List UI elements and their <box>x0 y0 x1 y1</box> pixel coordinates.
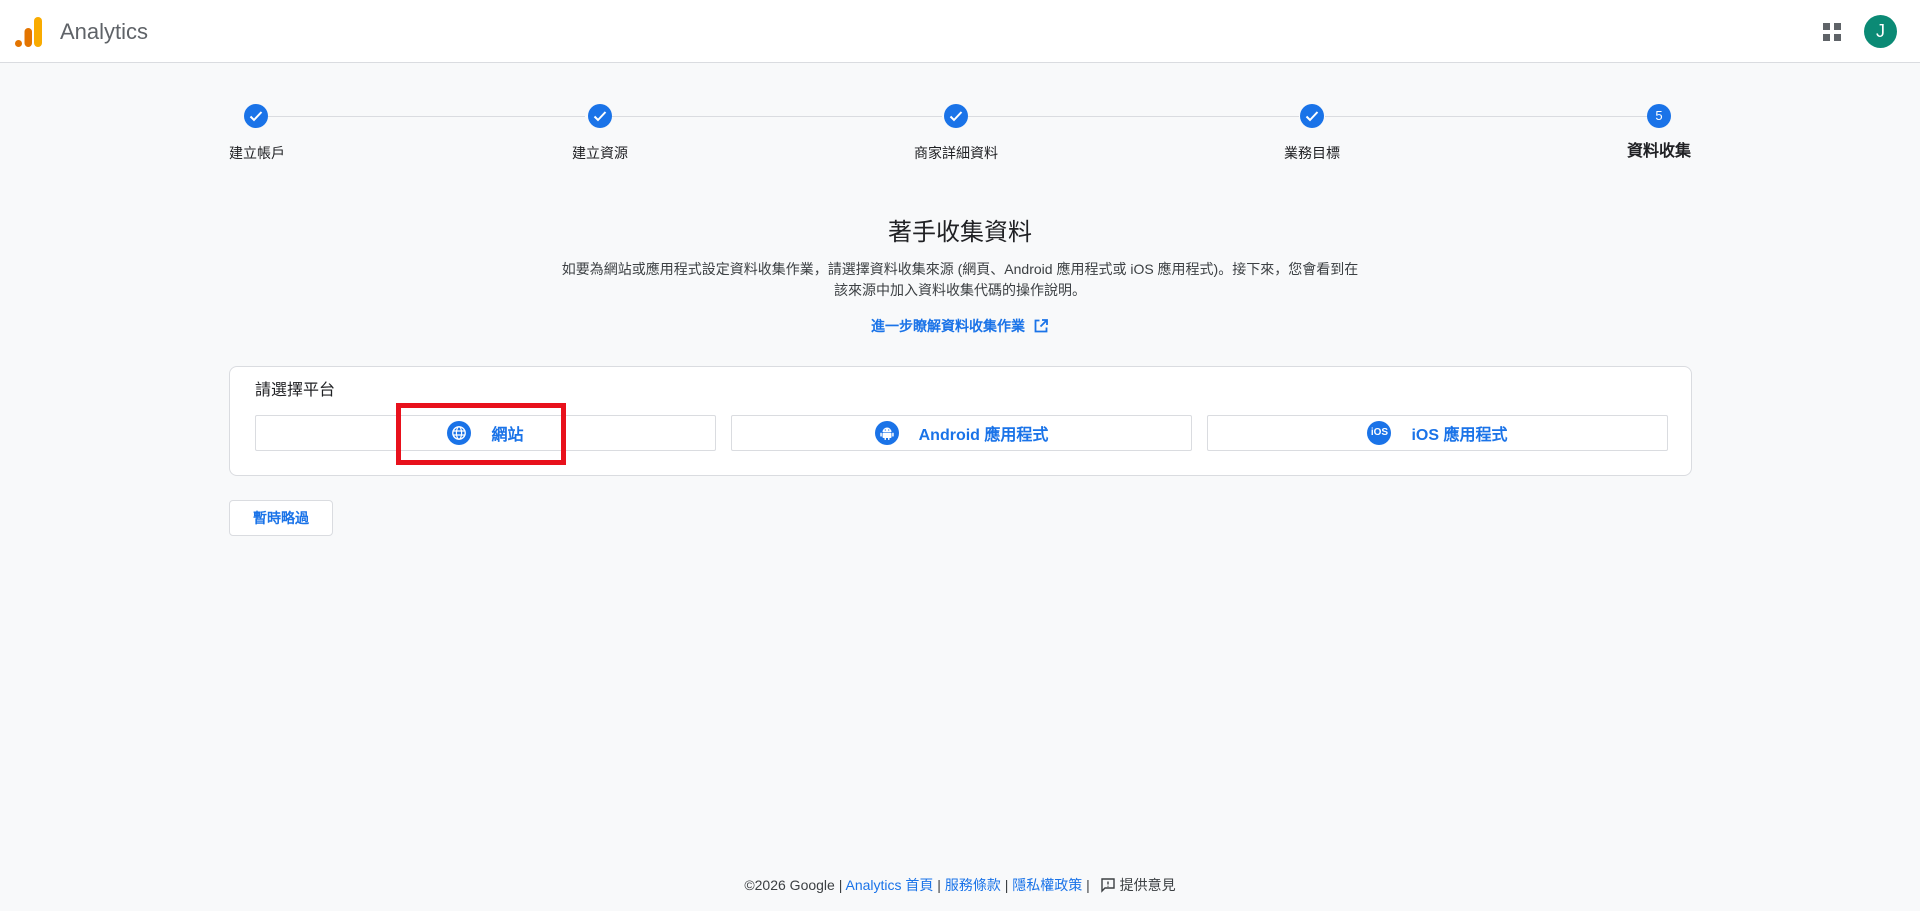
learn-more-label: 進一步瞭解資料收集作業 <box>871 318 1025 334</box>
ios-platform-button[interactable]: iOS iOS 應用程式 <box>1207 415 1668 451</box>
step-connector <box>268 116 585 117</box>
step-label-business-objectives: 業務目標 <box>1284 145 1340 161</box>
ios-platform-label: iOS 應用程式 <box>1411 427 1508 444</box>
ios-icon: iOS <box>1367 421 1392 445</box>
page-footer: ©2026 Google | Analytics 首頁 | 服務條款 | 隱私權… <box>0 875 1920 895</box>
platform-selection-card: 請選擇平台 網站 Android 應用程式 iOS iOS 應用程式 <box>229 366 1692 476</box>
learn-more-link[interactable]: 進一步瞭解資料收集作業 <box>0 316 1920 336</box>
footer-link-privacy[interactable]: 隱私權政策 <box>1012 877 1082 893</box>
android-icon <box>874 421 899 445</box>
step-label-create-account: 建立帳戶 <box>229 145 285 161</box>
footer-separator: | <box>1004 877 1009 893</box>
setup-stepper: 5 建立帳戶 建立資源 商家詳細資料 業務目標 資料收集 <box>0 0 1920 170</box>
feedback-icon <box>1100 878 1115 893</box>
step-2-check-icon <box>588 104 612 128</box>
page-description: 如要為網站或應用程式設定資料收集作業，請選擇資料收集來源 (網頁、Android… <box>561 261 1359 298</box>
open-in-new-icon <box>1034 319 1048 333</box>
footer-separator: | <box>937 877 941 893</box>
step-label-create-property: 建立資源 <box>572 145 628 161</box>
step-1-check-icon <box>244 104 268 128</box>
skip-for-now-button[interactable]: 暫時略過 <box>229 500 333 536</box>
step-connector <box>612 116 942 117</box>
footer-feedback-label: 提供意見 <box>1119 877 1176 893</box>
footer-link-terms[interactable]: 服務條款 <box>945 877 1001 893</box>
footer-feedback-button[interactable]: 提供意見 <box>1094 877 1176 893</box>
footer-copyright: ©2026 Google <box>744 877 835 893</box>
globe-icon <box>447 421 472 445</box>
step-label-business-details: 商家詳細資料 <box>914 145 998 161</box>
footer-link-analytics-home[interactable]: Analytics 首頁 <box>845 877 933 893</box>
step-connector <box>968 116 1299 117</box>
web-platform-button[interactable]: 網站 <box>255 415 716 451</box>
step-5-number: 5 <box>1647 104 1671 128</box>
footer-separator: | <box>838 877 843 893</box>
step-label-data-collection: 資料收集 <box>1626 143 1692 160</box>
web-platform-label: 網站 <box>491 427 524 444</box>
platform-card-title: 請選擇平台 <box>255 382 336 399</box>
step-4-check-icon <box>1300 104 1324 128</box>
step-3-check-icon <box>944 104 968 128</box>
android-platform-button[interactable]: Android 應用程式 <box>731 415 1192 451</box>
footer-separator: | <box>1086 877 1090 893</box>
step-connector <box>1325 116 1647 117</box>
page-title: 著手收集資料 <box>888 219 1032 246</box>
android-platform-label: Android 應用程式 <box>918 427 1049 444</box>
